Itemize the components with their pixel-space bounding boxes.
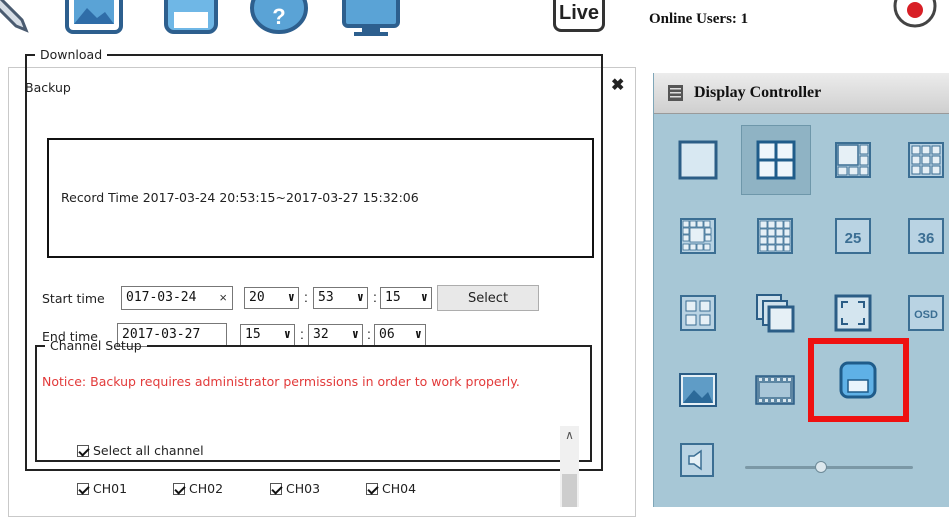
- record-icon[interactable]: [893, 0, 941, 30]
- speaker-icon: [680, 443, 714, 477]
- layout-1-button[interactable]: [670, 132, 726, 188]
- start-hour-select[interactable]: 20 ∨: [244, 287, 299, 309]
- channel-label: CH03: [286, 481, 321, 496]
- layout-6-button[interactable]: [825, 132, 881, 188]
- overlap-windows-icon: [756, 294, 795, 333]
- layout-9-button[interactable]: [902, 132, 949, 188]
- scrollbar-thumb[interactable]: [562, 474, 577, 507]
- fullscreen-icon: [834, 294, 872, 332]
- thirty-six-view-icon: 36: [907, 218, 944, 254]
- tile-label-36: 36: [917, 230, 934, 247]
- chevron-down-icon: ∨: [287, 290, 295, 304]
- chevron-down-icon: ∨: [356, 290, 364, 304]
- film-strip-button[interactable]: [747, 362, 803, 418]
- start-second-select[interactable]: 15 ∨: [380, 287, 432, 309]
- layout-4-button[interactable]: [741, 125, 811, 195]
- channel-scrollbar[interactable]: ∧: [560, 426, 579, 507]
- display-controller-title: Display Controller: [694, 84, 822, 101]
- channel-label: CH01: [93, 481, 128, 496]
- list-icon: [668, 85, 683, 101]
- tile-label-25: 25: [845, 230, 862, 247]
- single-view-icon: [678, 140, 718, 180]
- start-minute-value: 53: [318, 290, 334, 305]
- layout-36-button[interactable]: 36: [902, 208, 949, 264]
- svg-text:?: ?: [272, 4, 285, 29]
- download-legend: Download: [40, 47, 103, 62]
- save-icon[interactable]: [160, 0, 222, 38]
- start-date-input[interactable]: 017-03-24 ×: [121, 286, 233, 310]
- channel-setup-legend: Channel Setup: [50, 338, 142, 353]
- volume-button[interactable]: [672, 435, 722, 485]
- osd-icon: OSD: [907, 295, 944, 331]
- clear-icon[interactable]: ×: [219, 290, 227, 305]
- layout-16-button[interactable]: [747, 208, 803, 264]
- backup-button[interactable]: [830, 352, 886, 408]
- sequence-icon: [680, 295, 716, 331]
- save-icon: [839, 361, 877, 399]
- channel-label: CH02: [189, 481, 224, 496]
- six-view-icon: [835, 142, 871, 178]
- channel-label: CH04: [382, 481, 417, 496]
- online-users-count: Online Users: 1: [649, 11, 749, 27]
- checkbox-checked-icon: [77, 444, 89, 457]
- checkbox-checked-icon: [270, 482, 282, 495]
- sequence-button[interactable]: [670, 285, 726, 341]
- select-all-checkbox[interactable]: Select all channel: [77, 443, 204, 458]
- tile-label-osd: OSD: [914, 309, 938, 321]
- channel-checkbox-ch02[interactable]: CH02: [173, 481, 223, 496]
- volume-slider-track[interactable]: [745, 466, 913, 469]
- time-separator: :: [304, 289, 308, 305]
- start-minute-select[interactable]: 53 ∨: [313, 287, 368, 309]
- channel-checkbox-ch03[interactable]: CH03: [270, 481, 320, 496]
- volume-slider-handle[interactable]: [815, 461, 827, 473]
- channel-checkbox-ch04[interactable]: CH04: [366, 481, 416, 496]
- record-time-text: Record Time 2017-03-24 20:53:15~2017-03-…: [61, 190, 419, 205]
- help-icon[interactable]: ?: [248, 0, 310, 38]
- chevron-up-icon[interactable]: ∧: [560, 426, 579, 444]
- start-hour-value: 20: [249, 290, 265, 305]
- start-second-value: 15: [385, 290, 401, 305]
- select-all-label: Select all channel: [93, 443, 204, 458]
- osd-button[interactable]: OSD: [902, 285, 949, 341]
- channel-checkbox-ch01[interactable]: CH01: [77, 481, 127, 496]
- twenty-five-view-icon: 25: [835, 218, 871, 254]
- chevron-down-icon: ∨: [420, 290, 428, 304]
- checkbox-checked-icon: [173, 482, 185, 495]
- checkbox-checked-icon: [366, 482, 378, 495]
- fullscreen-button[interactable]: [825, 285, 881, 341]
- pen-icon[interactable]: [0, 0, 32, 38]
- record-time-box: Record Time 2017-03-24 20:53:15~2017-03-…: [47, 138, 594, 258]
- layout-25-button[interactable]: 25: [825, 208, 881, 264]
- monitor-icon[interactable]: [340, 0, 402, 38]
- start-date-value: 017-03-24: [126, 290, 197, 305]
- overlap-windows-button[interactable]: [747, 285, 803, 341]
- image-icon[interactable]: [63, 0, 125, 38]
- checkbox-checked-icon: [77, 482, 89, 495]
- snapshot-button[interactable]: [670, 362, 726, 418]
- close-icon[interactable]: ✖: [611, 78, 624, 94]
- live-button[interactable]: Live: [553, 0, 605, 32]
- time-separator: :: [373, 289, 377, 305]
- thirteen-view-icon: [680, 218, 716, 254]
- sixteen-view-icon: [757, 218, 793, 254]
- display-controller-header: Display Controller: [654, 73, 949, 114]
- layout-13-button[interactable]: [670, 208, 726, 264]
- select-button[interactable]: Select: [437, 285, 539, 311]
- start-time-label: Start time: [42, 291, 105, 306]
- nine-view-icon: [907, 142, 944, 178]
- quad-view-icon: [756, 140, 796, 180]
- film-strip-icon: [755, 375, 795, 405]
- image-icon: [679, 373, 717, 407]
